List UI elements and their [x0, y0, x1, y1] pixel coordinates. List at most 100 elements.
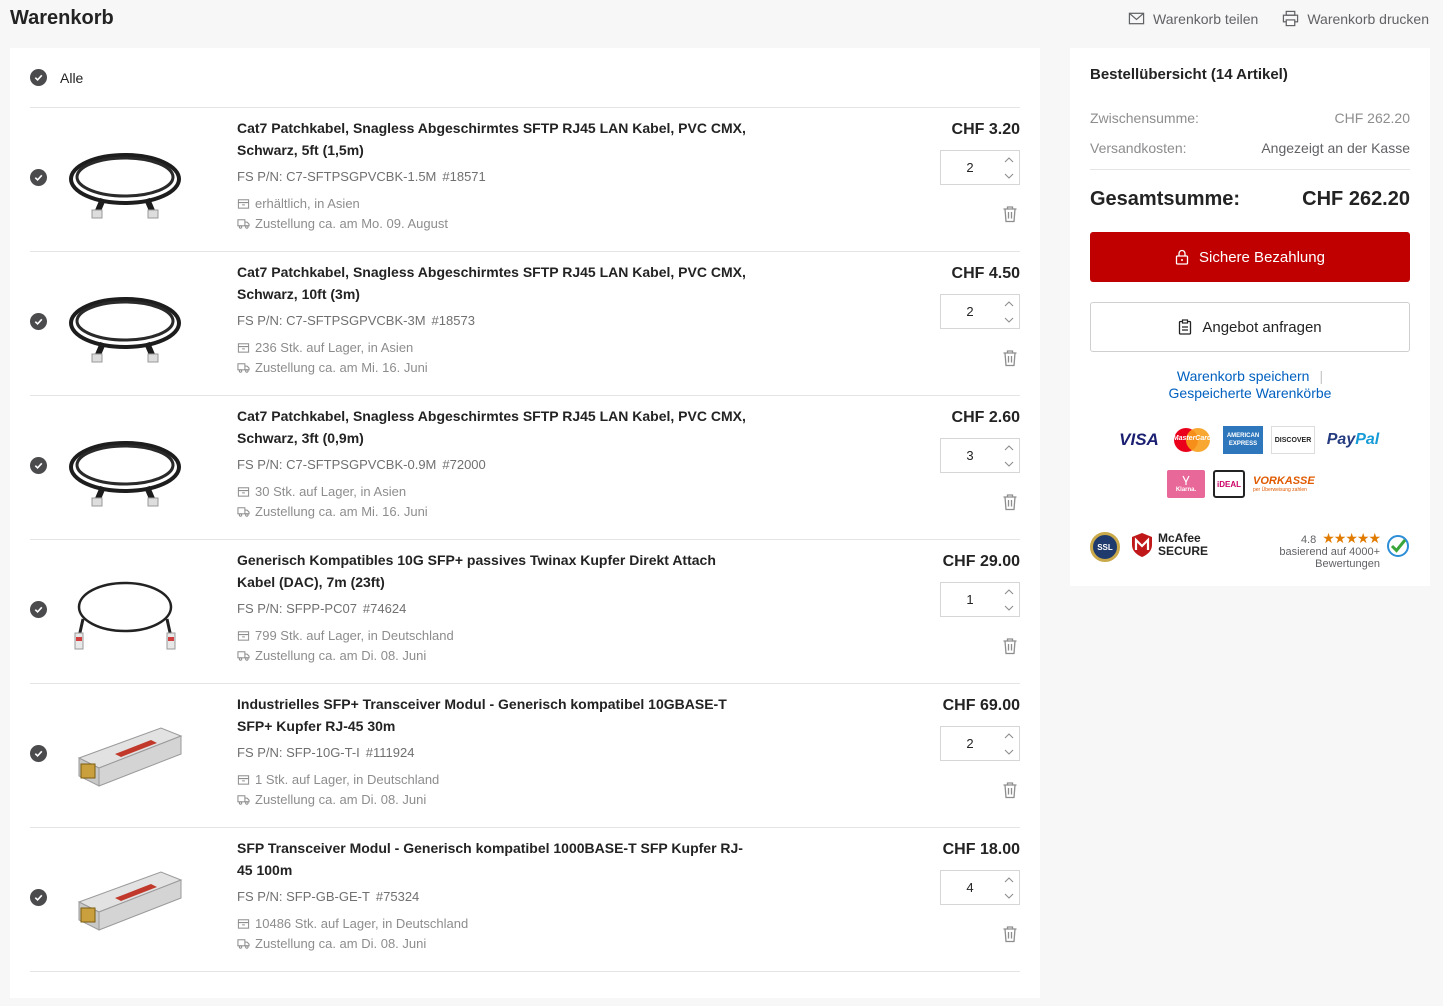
quantity-decrease-button[interactable]	[999, 889, 1019, 903]
product-image[interactable]	[65, 698, 185, 812]
vorkasse-logo: VORKASSE per Überweisung zahlen	[1253, 470, 1333, 498]
order-summary: Bestellübersicht (14 Artikel) Zwischensu…	[1070, 48, 1430, 586]
select-all-row: Alle	[30, 48, 1020, 108]
visa-logo: VISA	[1117, 426, 1161, 454]
rating-text-1: basierend auf 4000+	[1279, 546, 1380, 558]
quantity-stepper[interactable]	[940, 150, 1020, 185]
save-cart-link[interactable]: Warenkorb speichern	[1177, 368, 1310, 384]
quantity-stepper[interactable]	[940, 726, 1020, 761]
chevron-up-icon	[1004, 732, 1014, 738]
vorkasse-subtext: per Überweisung zahlen	[1253, 487, 1307, 493]
product-title[interactable]: SFP Transceiver Modul - Generisch kompat…	[237, 837, 747, 881]
delete-icon[interactable]	[1002, 781, 1018, 799]
delete-icon[interactable]	[1002, 205, 1018, 223]
quantity-stepper[interactable]	[940, 582, 1020, 617]
ideal-text: iDEAL	[1217, 479, 1241, 489]
print-cart-label: Warenkorb drucken	[1307, 10, 1429, 27]
product-part-number: FS P/N: C7-SFTPSGPVCBK-3M #18573	[237, 313, 475, 328]
product-title[interactable]: Cat7 Patchkabel, Snagless Abgeschirmtes …	[237, 405, 747, 449]
checkmark-icon	[34, 174, 43, 182]
shipping-value: Angezeigt an der Kasse	[1261, 140, 1410, 156]
product-image[interactable]	[65, 266, 185, 380]
paypal-text-1: Pay	[1326, 431, 1356, 448]
quantity-increase-button[interactable]	[999, 153, 1019, 167]
quantity-input[interactable]	[941, 151, 999, 184]
saved-carts-link[interactable]: Gespeicherte Warenkörbe	[1169, 385, 1332, 401]
truck-icon	[237, 507, 250, 517]
delete-icon[interactable]	[1002, 637, 1018, 655]
share-cart-label: Warenkorb teilen	[1153, 10, 1259, 27]
print-cart-button[interactable]: Warenkorb drucken	[1282, 10, 1429, 27]
quantity-decrease-button[interactable]	[999, 313, 1019, 327]
checkmark-icon	[34, 894, 43, 902]
subtotal-value: CHF 262.20	[1334, 110, 1410, 126]
chevron-down-icon	[1004, 605, 1014, 611]
delivery-text: Zustellung ca. am Di. 08. Juni	[255, 648, 427, 663]
product-id: #72000	[442, 457, 486, 472]
product-title[interactable]: Cat7 Patchkabel, Snagless Abgeschirmtes …	[237, 261, 747, 305]
product-image[interactable]	[65, 842, 185, 956]
ssl-badge: SSL	[1090, 532, 1120, 562]
quantity-stepper[interactable]	[940, 870, 1020, 905]
box-icon	[237, 631, 250, 641]
delete-icon[interactable]	[1002, 349, 1018, 367]
delivery-info: Zustellung ca. am Di. 08. Juni	[237, 648, 426, 663]
item-checkbox[interactable]	[30, 601, 47, 618]
quantity-decrease-button[interactable]	[999, 601, 1019, 615]
item-checkbox[interactable]	[30, 889, 47, 906]
chevron-up-icon	[1004, 156, 1014, 162]
quantity-increase-button[interactable]	[999, 441, 1019, 455]
quantity-decrease-button[interactable]	[999, 745, 1019, 759]
delivery-info: Zustellung ca. am Di. 08. Juni	[237, 936, 426, 951]
chevron-up-icon	[1004, 444, 1014, 450]
item-checkbox[interactable]	[30, 313, 47, 330]
product-image[interactable]	[65, 410, 185, 524]
product-title[interactable]: Cat7 Patchkabel, Snagless Abgeschirmtes …	[237, 117, 747, 161]
product-title[interactable]: Industrielles SFP+ Transceiver Modul - G…	[237, 693, 747, 737]
mastercard-text: MasterCard	[1172, 435, 1212, 442]
item-checkbox[interactable]	[30, 169, 47, 186]
quantity-increase-button[interactable]	[999, 297, 1019, 311]
quantity-decrease-button[interactable]	[999, 169, 1019, 183]
total-label: Gesamtsumme:	[1090, 188, 1241, 210]
secure-checkout-button[interactable]: Sichere Bezahlung	[1090, 232, 1410, 282]
share-cart-button[interactable]: Warenkorb teilen	[1128, 10, 1258, 27]
delivery-info: Zustellung ca. am Mi. 16. Juni	[237, 360, 428, 375]
delivery-text: Zustellung ca. am Di. 08. Juni	[255, 936, 427, 951]
quantity-input[interactable]	[941, 439, 999, 472]
delete-icon[interactable]	[1002, 925, 1018, 943]
paypal-logo: Pay Pal	[1323, 426, 1383, 454]
quantity-stepper[interactable]	[940, 294, 1020, 329]
quantity-input[interactable]	[941, 295, 999, 328]
product-image[interactable]	[65, 122, 185, 236]
select-all-checkbox[interactable]	[30, 69, 47, 86]
product-image[interactable]	[65, 554, 185, 668]
top-bar: Warenkorb Warenkorb teilen Warenkorb dru…	[0, 0, 1443, 40]
quantity-increase-button[interactable]	[999, 585, 1019, 599]
quantity-input[interactable]	[941, 871, 999, 904]
quantity-input[interactable]	[941, 727, 999, 760]
quantity-decrease-button[interactable]	[999, 457, 1019, 471]
product-id: #18571	[442, 169, 486, 184]
patch-cable-image	[69, 297, 181, 363]
item-checkbox[interactable]	[30, 457, 47, 474]
total-row: Gesamtsumme: CHF 262.20	[1090, 188, 1410, 211]
product-title[interactable]: Generisch Kompatibles 10G SFP+ passives …	[237, 549, 747, 593]
quantity-arrows	[999, 439, 1019, 472]
request-quote-button[interactable]: Angebot anfragen	[1090, 302, 1410, 352]
quantity-increase-button[interactable]	[999, 729, 1019, 743]
quantity-increase-button[interactable]	[999, 873, 1019, 887]
delete-icon[interactable]	[1002, 493, 1018, 511]
summary-divider	[1090, 169, 1410, 170]
mcafee-text: McAfee SECURE	[1158, 532, 1208, 558]
product-part-number: FS P/N: SFPP-PC07 #74624	[237, 601, 406, 616]
item-checkbox[interactable]	[30, 745, 47, 762]
ideal-logo: iDEAL	[1213, 470, 1245, 498]
truck-icon	[237, 363, 250, 373]
box-icon	[237, 343, 250, 353]
quantity-arrows	[999, 583, 1019, 616]
quantity-stepper[interactable]	[940, 438, 1020, 473]
shipping-label: Versandkosten:	[1090, 140, 1187, 156]
stock-text: 10486 Stk. auf Lager, in Deutschland	[255, 916, 469, 931]
quantity-input[interactable]	[941, 583, 999, 616]
